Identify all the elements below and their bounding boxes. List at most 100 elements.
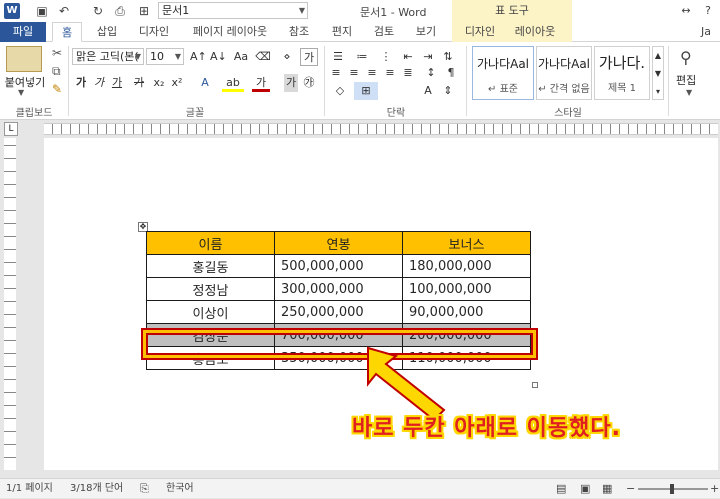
group-label-clipboard: 클립보드	[15, 108, 53, 119]
document-page[interactable]: ✥ 이름 연봉 보너스 홍길동 500,000,000 180,000,000 …	[44, 138, 718, 470]
superscript-icon[interactable]: x²	[170, 74, 184, 92]
bold-icon[interactable]: 가	[74, 74, 88, 92]
asian-layout-icon[interactable]: A	[420, 82, 436, 100]
print-icon[interactable]: ⎙	[112, 3, 128, 19]
align-right-icon[interactable]: ≡	[364, 64, 380, 82]
font-size-select[interactable]: 10 ▼	[146, 48, 184, 65]
group-divider	[324, 46, 325, 116]
tab-page-layout[interactable]: 페이지 레이아웃	[182, 22, 278, 42]
group-divider	[68, 46, 69, 116]
highlight-icon[interactable]: ab	[222, 74, 244, 92]
style-name-box[interactable]: 문서1 ▼	[158, 2, 308, 19]
tab-design[interactable]: 디자인	[132, 22, 176, 42]
format-painter-icon[interactable]: ✎	[52, 82, 62, 96]
find-icon[interactable]: ⚲	[680, 48, 692, 67]
table-header-row: 이름 연봉 보너스	[146, 231, 531, 255]
change-case-icon[interactable]: Aa	[232, 48, 250, 66]
zoom-out-icon[interactable]: −	[626, 479, 635, 499]
cell-name[interactable]: 이상이	[146, 300, 275, 324]
styles-scroll-icon[interactable]: ▲ ▼ ▾	[652, 46, 664, 100]
character-border-icon[interactable]: 가	[300, 48, 318, 66]
paragraph-spacing-icon[interactable]: ⇕	[440, 82, 456, 100]
font-family-value: 맑은 고딕(본(	[76, 50, 139, 63]
word-count[interactable]: 3/18개 단어	[70, 479, 123, 499]
italic-icon[interactable]: 가	[92, 74, 106, 92]
underline-icon[interactable]: 가	[110, 74, 124, 92]
tab-view[interactable]: 보기	[410, 22, 442, 42]
header-salary[interactable]: 연봉	[274, 231, 403, 255]
cell-bonus[interactable]: 90,000,000	[402, 300, 531, 324]
cut-icon[interactable]: ✂	[52, 46, 62, 60]
enclose-characters-icon[interactable]: ㉮	[302, 74, 316, 92]
cell-salary[interactable]: 250,000,000	[274, 300, 403, 324]
clear-format-icon[interactable]: ⌫	[254, 48, 272, 66]
strikethrough-icon[interactable]: 가	[132, 74, 146, 92]
zoom-slider-thumb[interactable]	[670, 484, 674, 494]
save-icon[interactable]: ▣	[34, 3, 50, 19]
text-effects-icon[interactable]: A	[196, 74, 214, 92]
cell-name[interactable]: 홍길동	[146, 254, 275, 278]
web-layout-icon[interactable]: ▦	[602, 479, 612, 499]
line-spacing-icon[interactable]: ↕	[422, 64, 440, 82]
style-normal[interactable]: 가나다Aal ↵ 표준	[472, 46, 534, 100]
language[interactable]: 한국어	[166, 479, 194, 499]
proofing-icon[interactable]: ⎘	[140, 479, 149, 499]
style-heading-1[interactable]: 가나다. 제목 1	[594, 46, 650, 100]
header-bonus[interactable]: 보너스	[402, 231, 531, 255]
font-color-icon[interactable]: 가	[252, 74, 270, 92]
character-shading-icon[interactable]: 가	[284, 74, 298, 92]
style-sample: 가나다Aal	[537, 57, 591, 71]
paste-icon[interactable]	[6, 46, 42, 72]
grow-font-icon[interactable]: A↑	[190, 48, 207, 66]
shrink-font-icon[interactable]: A↓	[210, 48, 227, 66]
restore-icon[interactable]: ↔	[676, 0, 696, 22]
tab-mailings[interactable]: 편지	[326, 22, 358, 42]
tab-file[interactable]: 파일	[0, 22, 46, 42]
help-icon[interactable]: ?	[698, 0, 718, 22]
cell-bonus[interactable]: 180,000,000	[402, 254, 531, 278]
cell-salary[interactable]: 300,000,000	[274, 277, 403, 301]
horizontal-ruler[interactable]: L	[0, 120, 720, 138]
distributed-icon[interactable]: ≣	[400, 64, 416, 82]
cell-name[interactable]: 정정남	[146, 277, 275, 301]
read-mode-icon[interactable]: ▤	[556, 479, 566, 499]
tab-table-layout[interactable]: 레이아웃	[506, 22, 564, 42]
customize-qat-icon[interactable]: ⊞	[136, 3, 152, 19]
table-resize-handle-icon[interactable]	[532, 382, 538, 388]
cell-bonus[interactable]: 100,000,000	[402, 277, 531, 301]
zoom-in-icon[interactable]: +	[710, 479, 719, 499]
tab-account[interactable]: Ja	[694, 22, 718, 42]
paste-button[interactable]: 붙여넣기	[2, 74, 48, 90]
borders-icon[interactable]: ⊞	[354, 82, 378, 100]
print-layout-icon[interactable]: ▣	[580, 479, 590, 499]
copy-icon[interactable]: ⧉	[52, 64, 61, 79]
show-marks-icon[interactable]: ¶	[444, 64, 458, 82]
tab-references[interactable]: 참조	[284, 22, 314, 42]
font-family-select[interactable]: 맑은 고딕(본( ▼	[72, 48, 144, 65]
vertical-ruler[interactable]	[0, 138, 20, 470]
shading-icon[interactable]: ◇	[330, 82, 350, 100]
editing-button[interactable]: 편집	[676, 72, 696, 88]
subscript-icon[interactable]: x₂	[152, 74, 166, 92]
editing-chevron-icon: ▼	[686, 88, 693, 97]
tab-selector-icon[interactable]: L	[4, 122, 18, 136]
justify-icon[interactable]: ≡	[382, 64, 398, 82]
vruler-scale	[4, 138, 16, 470]
tab-review[interactable]: 검토	[368, 22, 400, 42]
table-row: 이상이 250,000,000 90,000,000	[146, 300, 531, 324]
undo-icon[interactable]: ↶	[56, 3, 72, 19]
phonetic-guide-icon[interactable]: ⋄	[278, 48, 296, 66]
tab-insert[interactable]: 삽입	[90, 22, 124, 42]
header-name[interactable]: 이름	[146, 231, 275, 255]
cell-salary[interactable]: 500,000,000	[274, 254, 403, 278]
tab-table-design[interactable]: 디자인	[456, 22, 504, 42]
word-app-icon: W	[4, 3, 20, 19]
style-no-spacing[interactable]: 가나다Aal ↵ 간격 없음	[536, 46, 592, 100]
align-left-icon[interactable]: ≡	[328, 64, 344, 82]
tab-home[interactable]: 홈	[52, 22, 82, 42]
style-name-value: 문서1	[162, 4, 190, 17]
page-count[interactable]: 1/1 페이지	[6, 479, 53, 499]
redo-icon[interactable]: ↻	[90, 3, 106, 19]
style-name: ↵ 표준	[488, 84, 518, 95]
align-center-icon[interactable]: ≡	[346, 64, 362, 82]
